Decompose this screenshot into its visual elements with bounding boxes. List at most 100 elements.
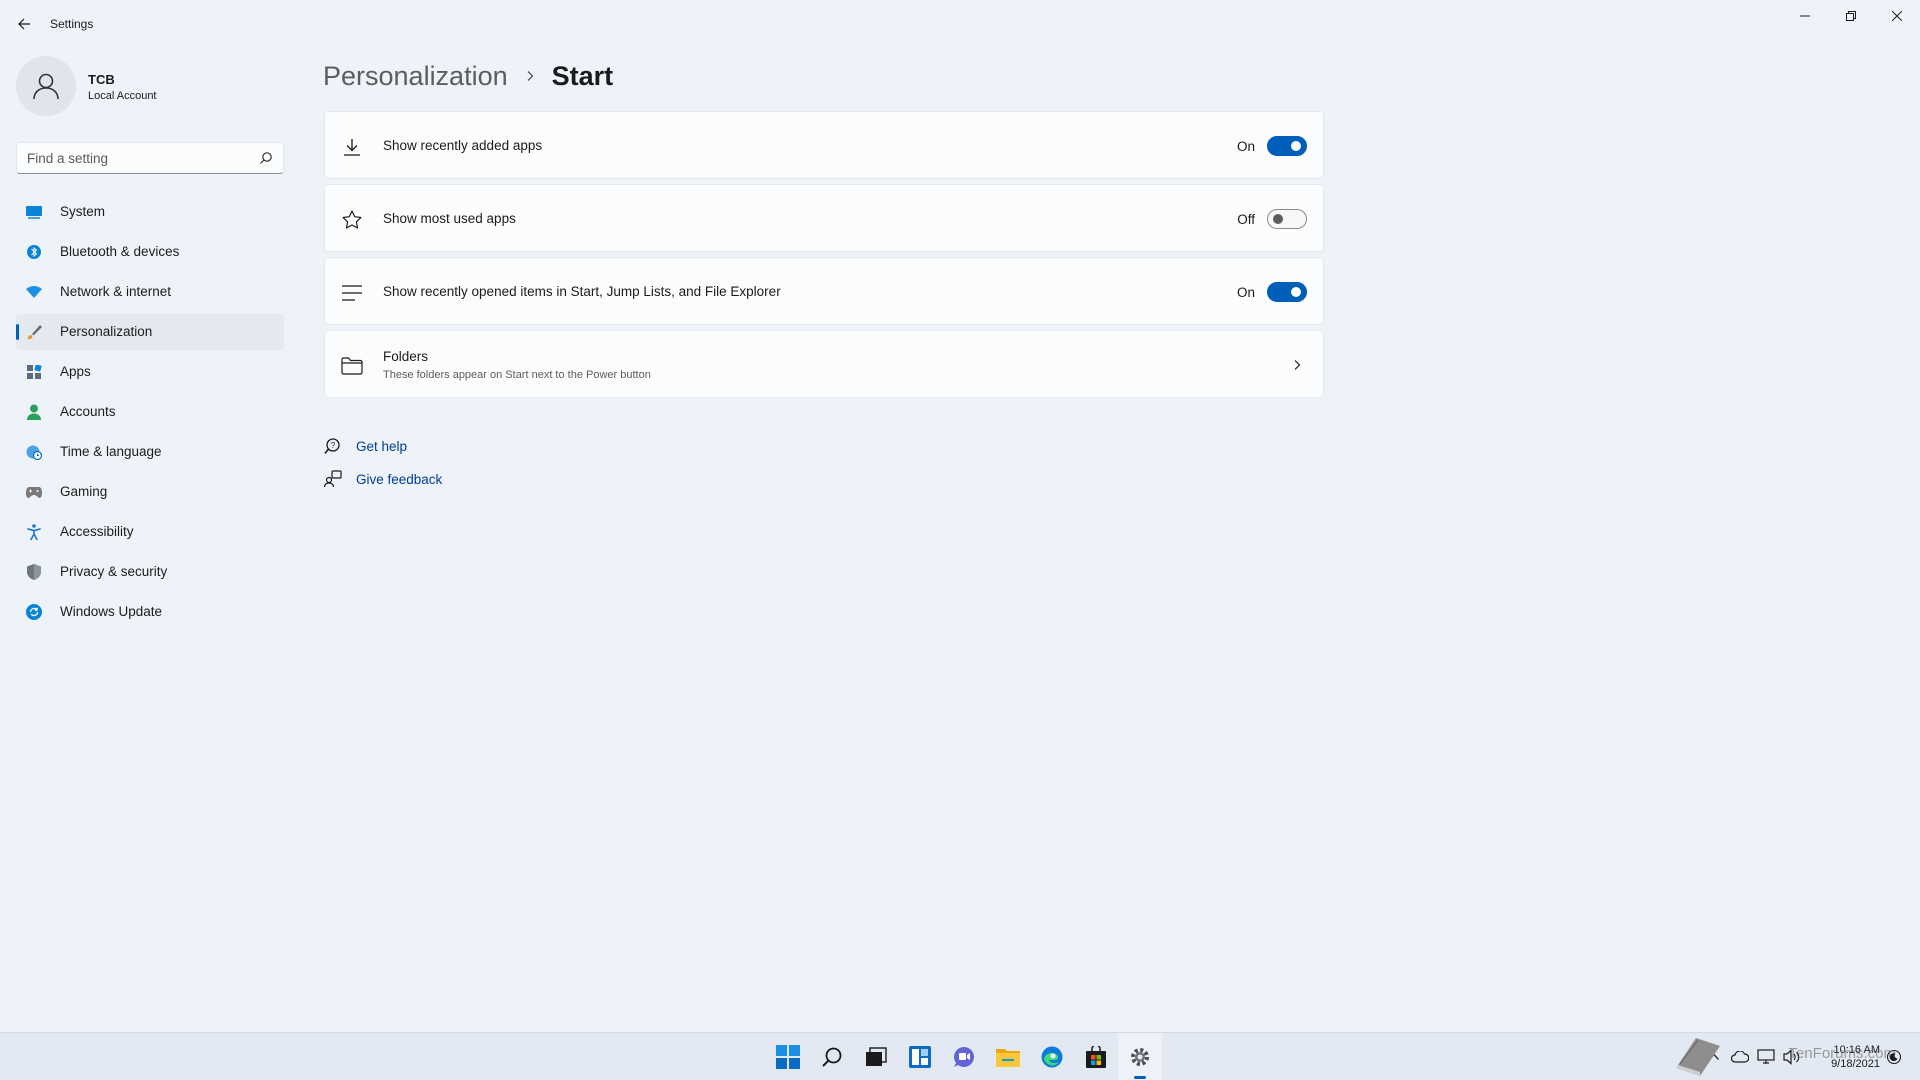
chat-button[interactable] [942, 1033, 986, 1080]
setting-card-recently-opened: Show recently opened items in Start, Jum… [324, 257, 1324, 325]
user-profile[interactable]: TCB Local Account [16, 56, 286, 120]
back-button[interactable] [12, 12, 36, 36]
toggle-state-label: On [1236, 285, 1255, 300]
apps-icon [26, 364, 42, 380]
onedrive-button[interactable] [1728, 1045, 1752, 1069]
file-explorer-icon [996, 1049, 1020, 1067]
minimize-button[interactable] [1782, 0, 1828, 32]
minimize-icon [1800, 15, 1810, 17]
sidebar-item-personalization[interactable]: Personalization [16, 314, 284, 350]
shield-icon [26, 564, 42, 580]
sidebar-item-label: Network & internet [60, 284, 172, 299]
task-view-icon [866, 1047, 887, 1066]
close-button[interactable] [1874, 0, 1920, 32]
notifications-button[interactable] [1882, 1045, 1906, 1069]
search-box [16, 142, 284, 174]
volume-button[interactable] [1780, 1045, 1804, 1069]
system-icon [26, 204, 42, 220]
toggle-state-label: Off [1237, 212, 1255, 227]
file-explorer-button[interactable] [986, 1033, 1030, 1080]
sidebar-item-bluetooth[interactable]: Bluetooth & devices [16, 234, 284, 270]
network-button[interactable] [1754, 1045, 1778, 1069]
chevron-right-icon [524, 70, 536, 82]
most-used-apps-toggle[interactable] [1267, 209, 1307, 229]
get-help-link[interactable]: ? Get help [324, 432, 442, 460]
sidebar-item-label: Personalization [60, 324, 153, 339]
sidebar-item-label: Time & language [60, 444, 162, 459]
system-tray: 10:16 AM 9/18/2021 [1700, 1033, 1906, 1080]
sidebar-item-windows-update[interactable]: Windows Update [16, 594, 284, 630]
store-button[interactable] [1074, 1033, 1118, 1080]
selection-indicator [16, 324, 19, 340]
wifi-icon [26, 284, 42, 300]
task-view-button[interactable] [854, 1033, 898, 1080]
sidebar-nav: System Bluetooth & devices Network & int… [16, 194, 284, 634]
book-logo-icon [1676, 1038, 1720, 1076]
breadcrumb-parent[interactable]: Personalization [323, 61, 508, 92]
sidebar-item-accessibility[interactable]: Accessibility [16, 514, 284, 550]
setting-label: Folders [383, 349, 429, 364]
user-name: TCB [88, 72, 115, 87]
folder-icon [341, 355, 363, 377]
sidebar-item-accounts[interactable]: Accounts [16, 394, 284, 430]
restore-button[interactable] [1828, 0, 1874, 32]
account-type: Local Account [88, 90, 157, 102]
globe-clock-icon [26, 444, 42, 460]
sidebar-item-label: Accessibility [60, 524, 134, 539]
setting-label: Show recently added apps [383, 138, 543, 153]
get-help-label: Get help [356, 438, 408, 454]
widgets-button[interactable] [898, 1033, 942, 1080]
page-title: Start [551, 60, 614, 91]
volume-icon [1783, 1049, 1800, 1065]
taskbar-search-button[interactable] [810, 1033, 854, 1080]
give-feedback-link[interactable]: Give feedback [324, 465, 442, 493]
start-button[interactable] [766, 1033, 810, 1080]
clock-time: 10:16 AM [1833, 1044, 1880, 1056]
breadcrumb: Personalization Start [323, 56, 613, 96]
setting-description: These folders appear on Start next to th… [383, 369, 651, 381]
sidebar-item-system[interactable]: System [16, 194, 284, 230]
star-icon [341, 209, 363, 231]
bluetooth-icon [26, 244, 42, 260]
cloud-icon [1731, 1051, 1749, 1063]
edge-button[interactable] [1030, 1033, 1074, 1080]
toggle-knob [1273, 214, 1283, 224]
window-controls [1782, 0, 1920, 32]
user-icon [33, 73, 59, 100]
folders-card[interactable]: Folders These folders appear on Start ne… [324, 330, 1324, 398]
setting-label: Show most used apps [383, 211, 516, 226]
taskbar-clock[interactable]: 10:16 AM 9/18/2021 [1810, 1043, 1880, 1071]
accounts-icon [26, 404, 42, 420]
sidebar-item-label: Privacy & security [60, 564, 168, 579]
help-icon: ? [324, 437, 342, 455]
setting-label: Show recently opened items in Start, Jum… [383, 284, 781, 299]
update-icon [26, 604, 42, 620]
network-icon [1757, 1049, 1775, 1064]
windows-start-icon [776, 1045, 800, 1069]
store-icon [1086, 1046, 1106, 1068]
sidebar-item-gaming[interactable]: Gaming [16, 474, 284, 510]
chevron-right-icon [1294, 360, 1301, 370]
close-icon [1892, 11, 1902, 21]
title-bar: Settings [0, 0, 1920, 48]
search-icon[interactable] [259, 151, 273, 165]
help-links: ? Get help Give feedback [324, 432, 442, 498]
recently-opened-items-toggle[interactable] [1267, 282, 1307, 302]
sidebar-item-apps[interactable]: Apps [16, 354, 284, 390]
feedback-icon [324, 470, 342, 488]
sidebar-item-label: Windows Update [60, 604, 163, 619]
sidebar-item-time-language[interactable]: Time & language [16, 434, 284, 470]
list-icon [341, 282, 363, 304]
settings-taskbar-button[interactable] [1118, 1033, 1162, 1080]
edge-icon [1041, 1046, 1063, 1068]
sidebar-item-privacy-security[interactable]: Privacy & security [16, 554, 284, 590]
clock-date: 9/18/2021 [1831, 1058, 1880, 1070]
back-arrow-icon [18, 18, 30, 30]
toggle-knob [1291, 287, 1301, 297]
sidebar-item-network[interactable]: Network & internet [16, 274, 284, 310]
toggle-knob [1291, 141, 1301, 151]
search-icon [822, 1047, 842, 1067]
sidebar-item-label: Apps [60, 364, 91, 379]
recently-added-apps-toggle[interactable] [1267, 136, 1307, 156]
search-input[interactable] [17, 143, 249, 173]
